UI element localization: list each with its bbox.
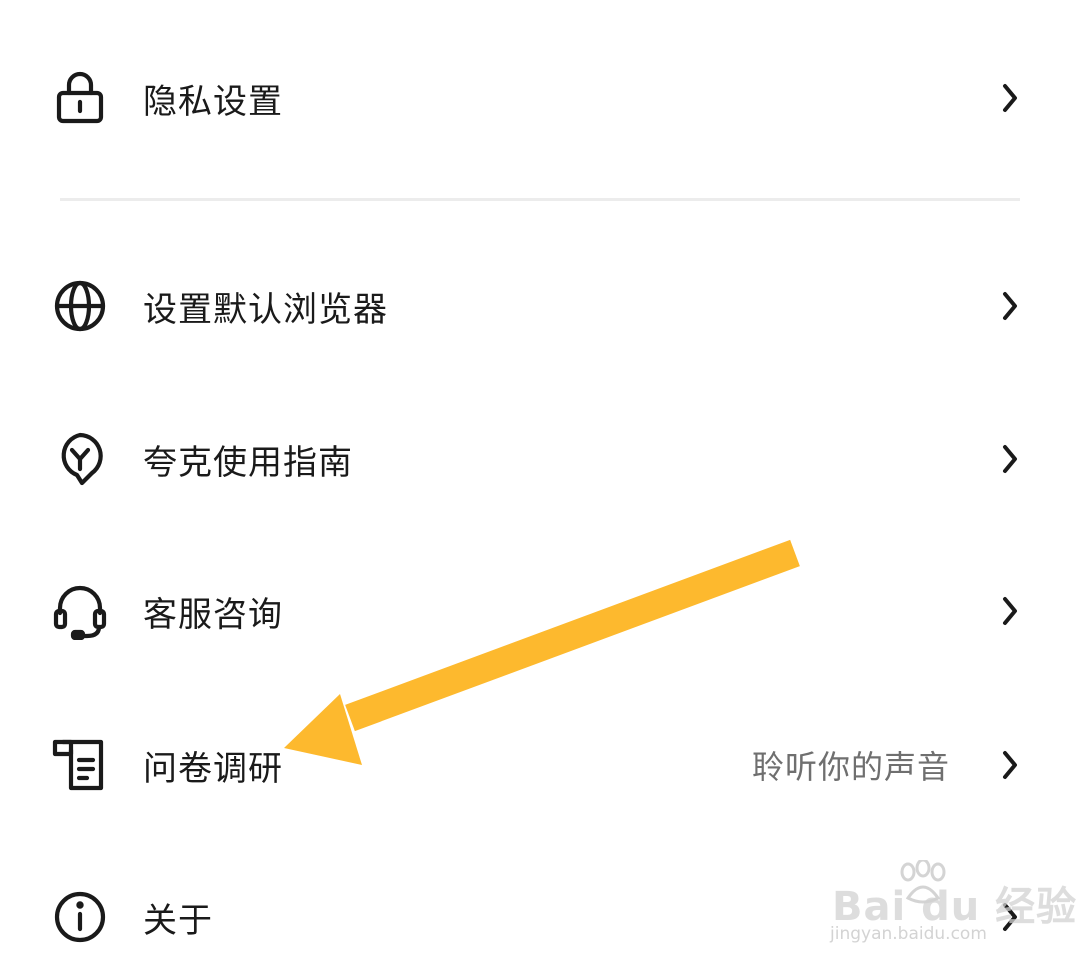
- settings-item-default-browser[interactable]: 设置默认浏览器: [0, 246, 1080, 366]
- settings-item-label: 问卷调研: [143, 748, 283, 789]
- settings-item-about[interactable]: 关于: [0, 857, 1080, 973]
- section-divider: [60, 198, 1020, 201]
- chevron-right-icon: [996, 745, 1024, 785]
- settings-item-label: 夸克使用指南: [143, 442, 353, 483]
- survey-icon: [51, 736, 109, 794]
- chevron-right-icon: [996, 591, 1024, 631]
- chevron-right-icon: [996, 439, 1024, 479]
- settings-item-customer-service[interactable]: 客服咨询: [0, 551, 1080, 671]
- globe-icon: [51, 277, 109, 335]
- info-icon: [51, 888, 109, 946]
- chevron-right-icon: [996, 78, 1024, 118]
- settings-page: 隐私设置 设置默认浏览器 夸克使用指南 客服咨询 问卷调研 聆听你的声音 关于 …: [0, 0, 1080, 973]
- lock-icon: [51, 69, 109, 127]
- settings-item-privacy[interactable]: 隐私设置: [0, 38, 1080, 158]
- chevron-right-icon: [996, 286, 1024, 326]
- settings-item-subtext: 聆听你的声音: [751, 748, 950, 786]
- settings-item-usage-guide[interactable]: 夸克使用指南: [0, 399, 1080, 519]
- lightbulb-guide-icon: [51, 430, 109, 488]
- settings-item-label: 关于: [143, 900, 213, 941]
- settings-item-survey[interactable]: 问卷调研 聆听你的声音: [0, 705, 1080, 825]
- settings-item-label: 隐私设置: [143, 81, 283, 122]
- headset-icon: [51, 582, 109, 640]
- chevron-right-icon: [996, 897, 1024, 937]
- settings-item-label: 设置默认浏览器: [143, 289, 388, 330]
- settings-item-label: 客服咨询: [143, 594, 283, 635]
